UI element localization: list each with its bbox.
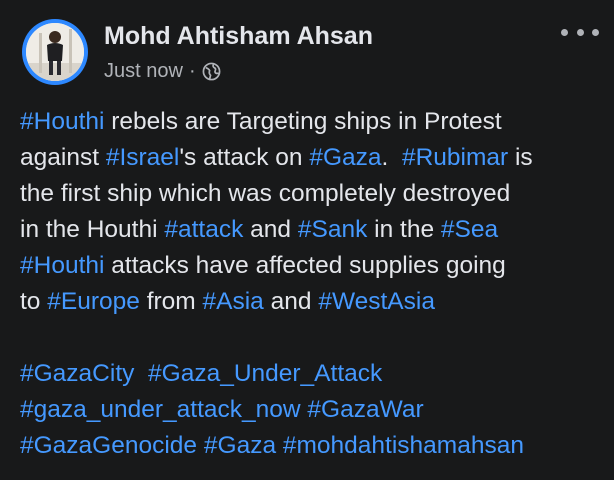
avatar-photo (26, 23, 84, 81)
post-line: the first ship which was completely dest… (20, 176, 605, 212)
post-line: to #Europe from #Asia and #WestAsia (20, 284, 605, 320)
hashtag-link[interactable]: #WestAsia (318, 288, 435, 315)
hashtag-link[interactable]: #mohdahtishamahsan (283, 432, 524, 459)
post-text-segment (197, 432, 204, 459)
globe-icon[interactable] (202, 62, 221, 81)
hashtag-link[interactable]: #Gaza (204, 432, 276, 459)
hashtag-link[interactable]: #Gaza_Under_Attack (148, 360, 382, 387)
author-name[interactable]: Mohd Ahtisham Ahsan (104, 22, 373, 51)
hashtag-link[interactable]: #Sank (298, 216, 367, 243)
post-text-segment: in the (367, 216, 441, 243)
hashtag-link[interactable]: #gaza_under_attack_now (20, 396, 301, 423)
post-text-segment: from (139, 288, 203, 315)
post-line: #GazaCity #Gaza_Under_Attack (20, 356, 605, 392)
hashtag-link[interactable]: #Asia (203, 288, 264, 315)
post-timestamp[interactable]: Just now (104, 60, 183, 83)
post-text-segment: is (508, 144, 533, 171)
dot (592, 28, 599, 36)
post-text-segment: . (381, 144, 402, 171)
post-meta: Just now · (104, 60, 221, 83)
post-text-segment: in the Houthi (20, 216, 165, 243)
post-text-segment: the first ship which was completely dest… (20, 180, 511, 207)
post-text-segment: and (243, 216, 298, 243)
author-avatar[interactable] (22, 19, 88, 85)
dot (576, 28, 584, 36)
hashtag-link[interactable]: #Europe (47, 288, 140, 315)
post-line: #Houthi attacks have affected supplies g… (20, 248, 605, 284)
post-text-segment: 's attack on (179, 144, 310, 171)
more-options-icon[interactable] (561, 22, 599, 42)
meta-separator: · (188, 60, 196, 82)
dot (561, 28, 568, 36)
post-text-segment: and (263, 288, 319, 315)
post-line: #gaza_under_attack_now #GazaWar (20, 392, 605, 428)
hashtag-link[interactable]: #GazaCity (20, 360, 134, 387)
post-line: #Houthi rebels are Targeting ships in Pr… (20, 104, 605, 140)
hashtag-link[interactable]: #attack (164, 216, 243, 243)
post-text-segment: to (20, 288, 48, 315)
post-text-segment: attacks have affected supplies going (104, 252, 506, 279)
hashtag-link[interactable]: #Israel (106, 144, 180, 171)
hashtag-link[interactable]: #Houthi (20, 108, 104, 135)
post-text-segment: rebels are Targeting ships in Protest (104, 108, 502, 135)
post-line: against #Israel's attack on #Gaza. #Rubi… (20, 140, 605, 176)
post-text-segment (276, 432, 283, 459)
hashtag-link[interactable]: #Houthi (20, 252, 104, 279)
post-text-segment (134, 360, 148, 387)
hashtag-link[interactable]: #GazaWar (307, 396, 423, 423)
post-body: #Houthi rebels are Targeting ships in Pr… (20, 104, 605, 464)
post-line: #GazaGenocide #Gaza #mohdahtishamahsan (20, 428, 605, 464)
hashtag-link[interactable]: #Rubimar (402, 144, 508, 171)
post-line: in the Houthi #attack and #Sank in the #… (20, 212, 605, 248)
hashtag-link[interactable]: #GazaGenocide (20, 432, 197, 459)
hashtag-link[interactable]: #Gaza (309, 144, 381, 171)
hashtag-link[interactable]: #Sea (441, 216, 498, 243)
post-text-segment: against (20, 144, 106, 171)
